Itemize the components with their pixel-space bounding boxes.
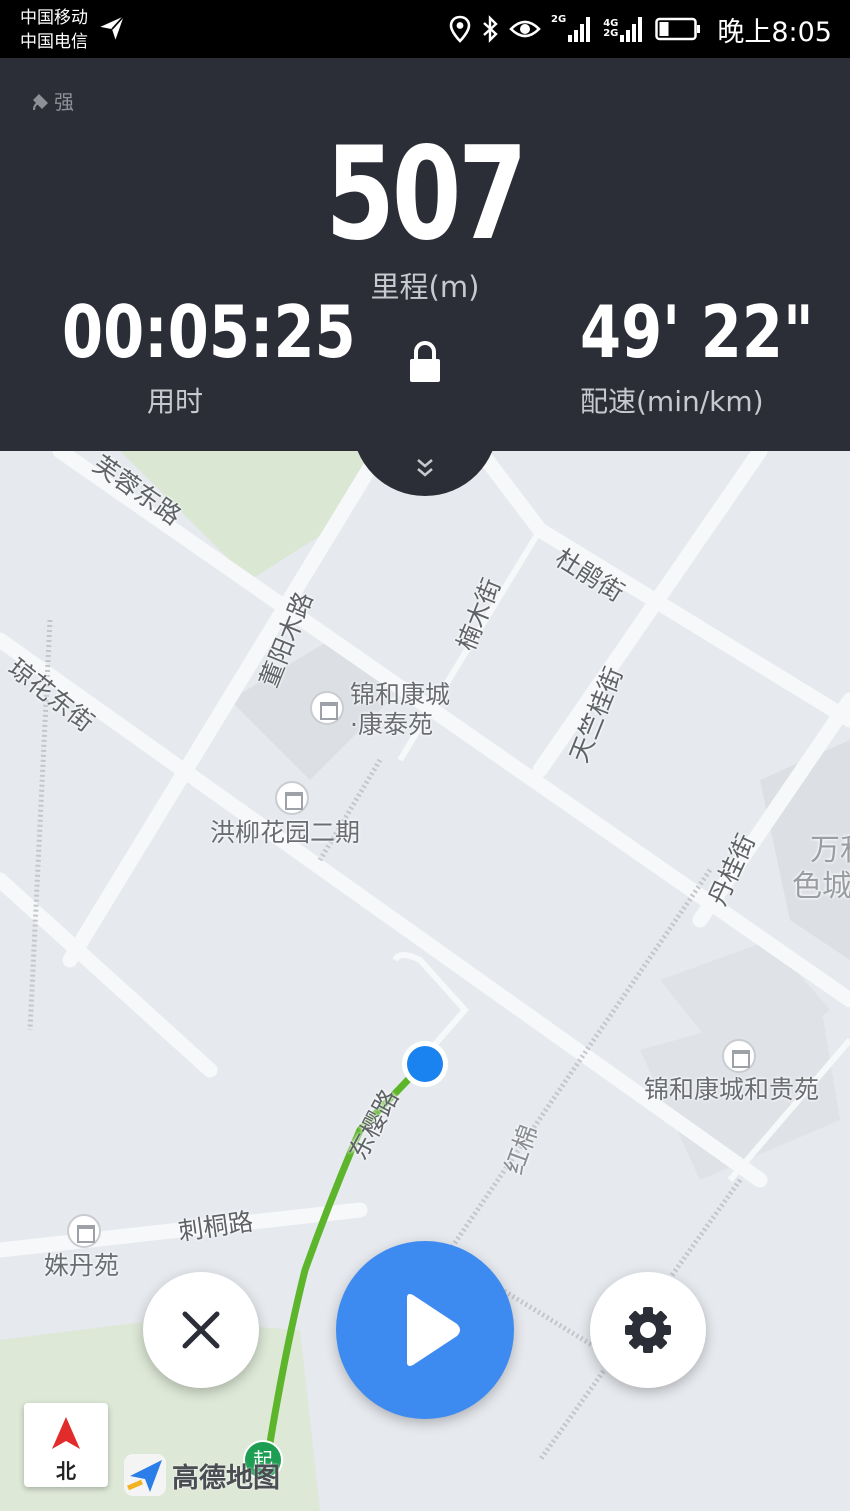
network-type-3: 2G (603, 28, 619, 39)
lock-icon[interactable] (408, 340, 442, 388)
poi-name: 万和 (810, 833, 850, 868)
settings-button[interactable] (590, 1272, 706, 1388)
status-bar: 中国移动 中国电信 2G 4G 2G 晚上8:05 (0, 0, 850, 58)
carrier-2: 中国电信 (20, 32, 88, 52)
play-icon (407, 1294, 460, 1366)
amap-logo-icon (124, 1454, 166, 1496)
carrier-1: 中国移动 (20, 8, 88, 28)
poi-label: 姝丹苑 (44, 1251, 120, 1280)
pace-label: 配速(min/km) (580, 385, 764, 418)
amap-brand: 高德地图 (172, 1462, 280, 1494)
gps-strength-indicator: 强 (30, 86, 74, 115)
signal-icon-2: 4G 2G (603, 15, 645, 43)
close-icon (182, 1311, 220, 1349)
compass-button[interactable]: 北 (24, 1403, 108, 1487)
poi-label: 洪柳花园二期 (210, 818, 361, 847)
signal-icon: 2G (551, 15, 593, 43)
poi-name: 锦和康城 (350, 680, 451, 709)
network-type-1: 2G (551, 14, 567, 25)
amap-logo: 高德地图 (122, 1452, 280, 1498)
duration-value: 00:05:25 (62, 290, 356, 374)
poi-name: ·康泰苑 (350, 710, 433, 739)
building-icon (275, 781, 309, 815)
eye-icon (509, 16, 541, 42)
poi-label: 锦和康城和贵苑 (644, 1075, 820, 1104)
building-icon (67, 1214, 101, 1248)
north-arrow-icon (52, 1417, 80, 1449)
chevron-double-down-icon[interactable] (416, 458, 434, 482)
satellite-icon (33, 93, 48, 110)
send-icon (98, 14, 126, 46)
poi-label: 万和 色城 (792, 833, 850, 905)
compass-label: 北 (56, 1459, 76, 1483)
carrier-info: 中国移动 中国电信 (20, 6, 88, 54)
stop-button[interactable] (143, 1272, 259, 1388)
poi-label: 锦和康城 ·康泰苑 (350, 680, 450, 740)
distance-value: 507 (325, 120, 527, 269)
bluetooth-icon (481, 15, 499, 43)
building-icon (722, 1039, 756, 1073)
gear-icon (625, 1307, 671, 1353)
duration-label: 用时 (147, 385, 204, 418)
battery-icon (655, 17, 701, 41)
poi-name: 色城 (792, 869, 850, 904)
gps-strength-label: 强 (54, 90, 74, 114)
pace-value: 49' 22" (580, 290, 814, 374)
location-icon (449, 15, 471, 43)
start-button[interactable] (336, 1241, 514, 1419)
building-icon (310, 691, 344, 725)
clock: 晚上8:05 (717, 16, 832, 48)
